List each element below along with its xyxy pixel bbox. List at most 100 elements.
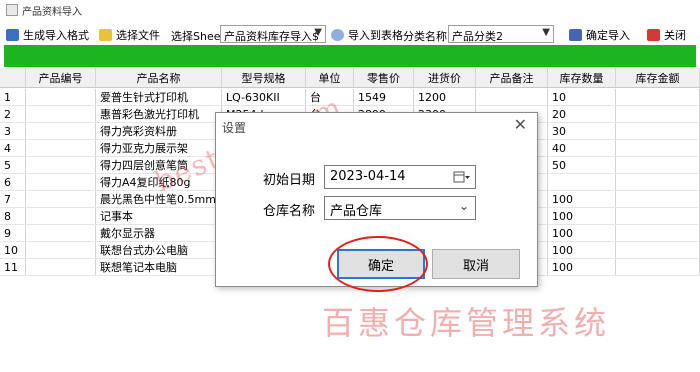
- table-cell[interactable]: [616, 89, 700, 105]
- category-select[interactable]: 产品分类2 ▼: [448, 25, 554, 43]
- table-cell[interactable]: 1200: [414, 89, 476, 105]
- table-cell[interactable]: [26, 191, 96, 207]
- table-cell[interactable]: [26, 225, 96, 241]
- category-label: 分类名称: [403, 30, 447, 43]
- table-row[interactable]: 1 爱普生针式打印机 LQ-630KII 台 1549 1200 10: [0, 89, 700, 106]
- column-header[interactable]: 库存金额: [616, 68, 700, 87]
- import-to-table-button[interactable]: 导入到表格: [331, 24, 403, 46]
- table-cell[interactable]: [616, 106, 700, 122]
- calendar-icon[interactable]: [453, 170, 471, 184]
- table-cell[interactable]: 10: [548, 89, 616, 105]
- table-cell[interactable]: [616, 174, 700, 190]
- date-picker[interactable]: 2023-04-14: [324, 165, 476, 189]
- table-cell[interactable]: 20: [548, 106, 616, 122]
- progress-bar: [4, 45, 696, 67]
- table-cell[interactable]: [548, 174, 616, 190]
- save-icon: [569, 29, 582, 41]
- table-cell[interactable]: 1: [0, 89, 26, 105]
- table-cell[interactable]: 6: [0, 174, 26, 190]
- column-header[interactable]: 进货价: [414, 68, 476, 87]
- chevron-down-icon: ▼: [542, 27, 550, 38]
- table-cell[interactable]: 4: [0, 140, 26, 156]
- column-header[interactable]: 零售价: [354, 68, 414, 87]
- table-cell[interactable]: 50: [548, 157, 616, 173]
- sheet-select[interactable]: 产品资料库存导入$ ▼: [220, 25, 326, 43]
- column-header[interactable]: 产品名称: [96, 68, 222, 87]
- table-cell[interactable]: [616, 140, 700, 156]
- table-cell[interactable]: 联想台式办公电脑: [96, 242, 222, 258]
- table-cell[interactable]: 100: [548, 191, 616, 207]
- table-cell[interactable]: 11: [0, 259, 26, 275]
- table-cell[interactable]: 联想笔记本电脑: [96, 259, 222, 275]
- table-cell[interactable]: 100: [548, 225, 616, 241]
- table-cell[interactable]: [26, 89, 96, 105]
- table-cell[interactable]: [616, 123, 700, 139]
- settings-dialog: 设置 ✕ 初始日期 2023-04-14 仓库名称 产品仓库 ⌄ 确定 取消: [215, 112, 538, 287]
- folder-icon: [99, 29, 112, 41]
- table-cell[interactable]: [616, 225, 700, 241]
- table-cell[interactable]: 7: [0, 191, 26, 207]
- table-cell[interactable]: 得力A4复印纸80g: [96, 174, 222, 190]
- import-window: 产品资料导入 生成导入格式 选择文件 选择Sheet 产品资料库存导入$ ▼ 导…: [0, 0, 700, 372]
- table-cell[interactable]: 得力亚克力展示架: [96, 140, 222, 156]
- dialog-close-icon[interactable]: ✕: [514, 117, 527, 133]
- confirm-import-button[interactable]: 确定导入: [569, 24, 630, 46]
- table-cell[interactable]: [26, 174, 96, 190]
- sheet-label: 选择Sheet: [171, 30, 225, 43]
- table-cell[interactable]: [26, 259, 96, 275]
- table-cell[interactable]: [26, 123, 96, 139]
- close-icon: [647, 29, 660, 41]
- table-cell[interactable]: 得力四层创意笔筒: [96, 157, 222, 173]
- table-cell[interactable]: 爱普生针式打印机: [96, 89, 222, 105]
- table-cell[interactable]: 晨光黑色中性笔0.5mm: [96, 191, 222, 207]
- table-cell[interactable]: [616, 242, 700, 258]
- toolbar: 生成导入格式 选择文件 选择Sheet 产品资料库存导入$ ▼ 导入到表格 分类…: [0, 24, 700, 46]
- table-cell[interactable]: 8: [0, 208, 26, 224]
- table-cell[interactable]: 40: [548, 140, 616, 156]
- table-cell[interactable]: 得力亮彩资料册: [96, 123, 222, 139]
- choose-file-button[interactable]: 选择文件: [99, 24, 160, 46]
- table-cell[interactable]: 10: [0, 242, 26, 258]
- column-header[interactable]: 库存数量: [548, 68, 616, 87]
- table-cell[interactable]: 100: [548, 208, 616, 224]
- table-cell[interactable]: [26, 140, 96, 156]
- table-cell[interactable]: 惠普彩色激光打印机: [96, 106, 222, 122]
- table-cell[interactable]: 5: [0, 157, 26, 173]
- table-cell[interactable]: [616, 259, 700, 275]
- column-header[interactable]: 单位: [306, 68, 354, 87]
- ok-button[interactable]: 确定: [337, 249, 425, 279]
- warehouse-label: 仓库名称: [263, 204, 316, 219]
- column-header[interactable]: 型号规格: [222, 68, 306, 87]
- table-cell[interactable]: 3: [0, 123, 26, 139]
- title-bar: 产品资料导入: [0, 0, 700, 20]
- warehouse-select[interactable]: 产品仓库 ⌄: [324, 196, 476, 220]
- table-cell[interactable]: [616, 191, 700, 207]
- table-cell[interactable]: [26, 242, 96, 258]
- table-cell[interactable]: [26, 157, 96, 173]
- table-cell[interactable]: 100: [548, 259, 616, 275]
- table-header: 产品编号 产品名称 型号规格 单位 零售价 进货价 产品备注 库存数量 库存金额: [0, 68, 700, 88]
- cancel-button[interactable]: 取消: [432, 249, 520, 279]
- document-icon: [6, 29, 19, 41]
- table-cell[interactable]: 记事本: [96, 208, 222, 224]
- table-cell[interactable]: 30: [548, 123, 616, 139]
- column-header[interactable]: [0, 68, 26, 87]
- column-header[interactable]: 产品编号: [26, 68, 96, 87]
- window-title: 产品资料导入: [22, 7, 82, 18]
- generate-format-button[interactable]: 生成导入格式: [6, 24, 89, 46]
- app-icon: [6, 4, 18, 16]
- table-cell[interactable]: [616, 157, 700, 173]
- table-cell[interactable]: 2: [0, 106, 26, 122]
- table-cell[interactable]: 台: [306, 89, 354, 105]
- table-cell[interactable]: [476, 89, 548, 105]
- table-cell[interactable]: LQ-630KII: [222, 89, 306, 105]
- close-button[interactable]: 关闭: [647, 24, 686, 46]
- table-cell[interactable]: [616, 208, 700, 224]
- table-cell[interactable]: 戴尔显示器: [96, 225, 222, 241]
- table-cell[interactable]: [26, 208, 96, 224]
- table-cell[interactable]: 1549: [354, 89, 414, 105]
- table-cell[interactable]: [26, 106, 96, 122]
- table-cell[interactable]: 9: [0, 225, 26, 241]
- column-header[interactable]: 产品备注: [476, 68, 548, 87]
- table-cell[interactable]: 100: [548, 242, 616, 258]
